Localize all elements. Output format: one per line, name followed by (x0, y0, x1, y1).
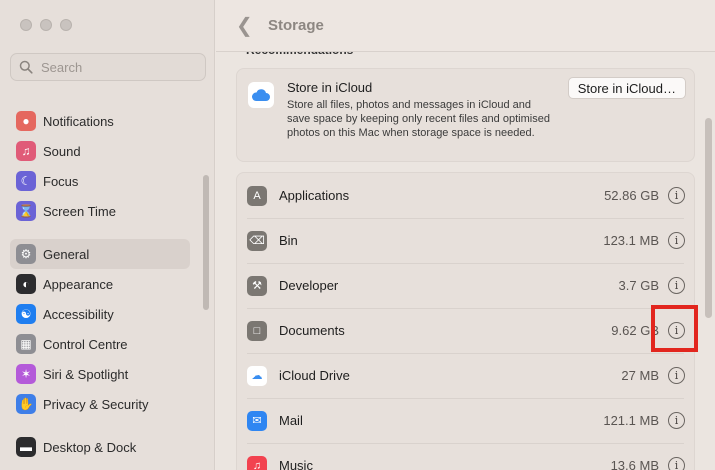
info-icon[interactable]: i (668, 187, 685, 204)
main-scrollbar[interactable] (705, 118, 712, 318)
info-icon[interactable]: i (668, 412, 685, 429)
item-size: 52.86 GB (604, 188, 659, 203)
toolbar: ❮ Storage (216, 0, 715, 52)
storage-category-list: A Applications 52.86 GB i ⌫ Bin 123.1 MB… (236, 172, 695, 470)
back-chevron-icon[interactable]: ❮ (236, 13, 258, 38)
item-size: 13.6 MB (610, 458, 659, 470)
sidebar-item-label: Desktop & Dock (43, 439, 137, 455)
dock-icon: ▬ (16, 437, 36, 457)
item-name: Documents (279, 323, 345, 338)
list-item[interactable]: ⌫ Bin 123.1 MB i (237, 218, 694, 263)
control-centre-icon: ▦ (16, 334, 36, 354)
item-name: iCloud Drive (279, 368, 350, 383)
sidebar-list: ● Notifications ♫ Sound ☾ Focus ⌛ Screen… (10, 106, 190, 462)
sidebar-item-label: Appearance (43, 276, 114, 292)
minimize-window-button[interactable] (40, 19, 52, 31)
icloud-icon (248, 82, 274, 108)
sidebar-item-label: Focus (43, 173, 79, 189)
recommendation-title: Store in iCloud (287, 80, 373, 95)
list-item[interactable]: ✉ Mail 121.1 MB i (237, 398, 694, 443)
appearance-icon: ◐ (16, 274, 36, 294)
recommendation-description: Store all files, photos and messages in … (287, 99, 550, 139)
sidebar-item-label: Sound (43, 143, 81, 159)
sidebar-scrollbar[interactable] (203, 175, 209, 310)
search-field[interactable] (10, 53, 206, 81)
item-name: Music (279, 458, 313, 470)
search-icon (19, 60, 33, 74)
sidebar-item-privacy-security[interactable]: ✋ Privacy & Security (10, 389, 190, 419)
document-icon: □ (247, 320, 267, 341)
mail-icon: ✉ (247, 410, 267, 431)
page-title: Storage (268, 17, 324, 34)
info-icon[interactable]: i (668, 367, 685, 384)
gear-icon: ⚙ (16, 244, 36, 264)
item-name: Applications (279, 188, 350, 203)
sidebar-item-sound[interactable]: ♫ Sound (10, 136, 190, 166)
item-name: Developer (279, 278, 339, 293)
close-window-button[interactable] (20, 19, 32, 31)
sidebar-item-label: Control Centre (43, 336, 128, 352)
item-size: 3.7 GB (618, 278, 659, 293)
icloud-icon: ☁ (247, 365, 267, 386)
sidebar-item-label: Privacy & Security (43, 396, 149, 412)
trash-icon: ⌫ (247, 230, 267, 251)
sidebar-item-accessibility[interactable]: ☯ Accessibility (10, 299, 190, 329)
list-item[interactable]: □ Documents 9.62 GB i (237, 308, 694, 353)
sidebar-item-screen-time[interactable]: ⌛ Screen Time (10, 196, 190, 226)
search-input[interactable] (41, 59, 191, 75)
list-item[interactable]: A Applications 52.86 GB i (237, 173, 694, 218)
music-icon: ♫ (247, 455, 267, 470)
item-name: Mail (279, 413, 303, 428)
list-item[interactable]: ☁ iCloud Drive 27 MB i (237, 353, 694, 398)
accessibility-icon: ☯ (16, 304, 36, 324)
list-item[interactable]: ♫ Music 13.6 MB i (237, 443, 694, 470)
recommendation-card: Store in iCloud Store all files, photos … (236, 68, 695, 162)
store-in-icloud-button[interactable]: Store in iCloud… (567, 77, 686, 99)
sidebar-item-desktop-dock[interactable]: ▬ Desktop & Dock (10, 432, 190, 462)
sidebar-item-label: General (43, 246, 90, 262)
hand-icon: ✋ (16, 394, 36, 414)
hammer-icon: ⚒ (247, 275, 267, 296)
info-icon[interactable]: i (668, 277, 685, 294)
list-item[interactable]: ⚒ Developer 3.7 GB i (237, 263, 694, 308)
speaker-icon: ♫ (16, 141, 36, 161)
sidebar-item-label: Notifications (43, 113, 114, 129)
sidebar-item-label: Accessibility (43, 306, 114, 322)
sidebar-item-label: Siri & Spotlight (43, 366, 129, 382)
item-size: 27 MB (621, 368, 659, 383)
sidebar-item-general[interactable]: ⚙ General (10, 239, 190, 269)
sidebar-item-label: Screen Time (43, 203, 116, 219)
sidebar-item-notifications[interactable]: ● Notifications (10, 106, 190, 136)
hourglass-icon: ⌛ (16, 201, 36, 221)
sidebar: ● Notifications ♫ Sound ☾ Focus ⌛ Screen… (0, 0, 215, 470)
sidebar-item-appearance[interactable]: ◐ Appearance (10, 269, 190, 299)
sidebar-item-siri-spotlight[interactable]: ✶ Siri & Spotlight (10, 359, 190, 389)
zoom-window-button[interactable] (60, 19, 72, 31)
sidebar-item-focus[interactable]: ☾ Focus (10, 166, 190, 196)
sidebar-item-control-centre[interactable]: ▦ Control Centre (10, 329, 190, 359)
window-controls (20, 19, 72, 31)
info-icon[interactable]: i (668, 232, 685, 249)
info-icon[interactable]: i (668, 457, 685, 470)
moon-icon: ☾ (16, 171, 36, 191)
bell-icon: ● (16, 111, 36, 131)
item-size: 123.1 MB (603, 233, 659, 248)
item-size: 121.1 MB (603, 413, 659, 428)
main-pane: ❮ Storage Recommendations Store in iClou… (216, 0, 715, 470)
siri-icon: ✶ (16, 364, 36, 384)
highlight-box (651, 305, 698, 352)
item-name: Bin (279, 233, 298, 248)
applications-icon: A (247, 185, 267, 206)
